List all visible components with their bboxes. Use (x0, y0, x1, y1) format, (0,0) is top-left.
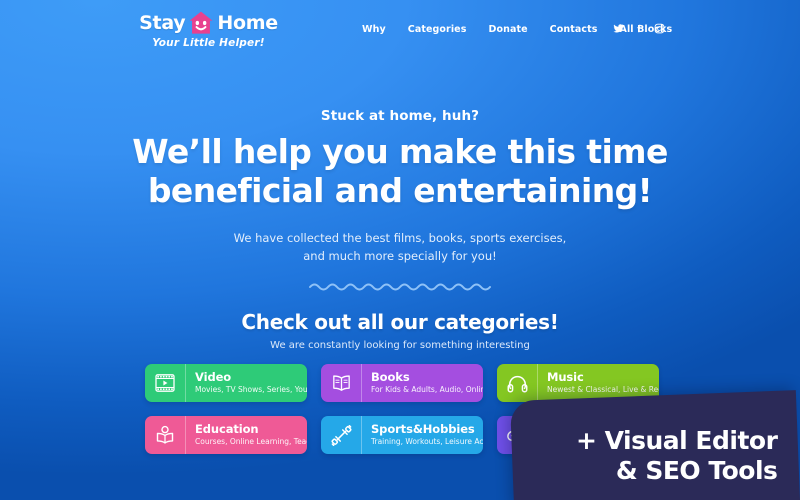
category-desc: For Kids & Adults, Audio, Online (371, 385, 483, 395)
category-desc: Training, Workouts, Leisure Activities (371, 437, 483, 447)
logo-row: Stay Home (139, 10, 278, 36)
categories-heading: Check out all our categories! We are con… (0, 310, 800, 351)
category-desc: Newest & Classical, Live & Recorded (547, 385, 659, 395)
hero-eyebrow: Stuck at home, huh? (320, 108, 480, 124)
wavy-divider (0, 281, 800, 293)
promo-banner-text: + Visual Editor & SEO Tools (529, 426, 777, 485)
promo-line1: + Visual Editor (575, 425, 778, 455)
twitter-icon[interactable] (613, 23, 624, 34)
facebook-icon[interactable] (634, 23, 644, 34)
hero-section: Stuck at home, huh? We’ll help you make … (0, 108, 800, 266)
landing-page: Stay Home Your Little Helper! Why Catego… (0, 0, 800, 500)
category-card-text: Sports&Hobbies Training, Workouts, Leisu… (362, 423, 483, 446)
category-title: Sports&Hobbies (371, 423, 475, 437)
dumbbell-icon (321, 416, 362, 454)
category-title: Education (195, 423, 259, 437)
nav-item-contacts[interactable]: Contacts (550, 24, 598, 35)
site-header: Stay Home Your Little Helper! Why Catego… (0, 0, 800, 62)
hero-headline-line2: beneficial and entertaining! (147, 170, 653, 210)
instagram-icon[interactable] (654, 23, 665, 34)
category-title: Books (371, 371, 410, 385)
nav-item-categories[interactable]: Categories (408, 24, 467, 35)
category-card-text: Books For Kids & Adults, Audio, Online (362, 371, 483, 394)
promo-banner: + Visual Editor & SEO Tools (509, 390, 800, 500)
category-card-text: Music Newest & Classical, Live & Recorde… (538, 371, 659, 394)
open-book-icon (321, 364, 362, 402)
headphones-icon (497, 364, 538, 402)
logo-word-home: Home (217, 12, 278, 34)
hero-subtext: We have collected the best films, books,… (0, 230, 800, 266)
film-play-icon (145, 364, 186, 402)
house-smiley-icon (188, 10, 214, 36)
category-title: Video (195, 371, 232, 385)
categories-subtitle: We are constantly looking for something … (270, 340, 530, 351)
category-card-text: Education Courses, Online Learning, Teac… (186, 423, 307, 446)
hero-subtext-line1: We have collected the best films, books,… (233, 230, 567, 245)
nav-item-why[interactable]: Why (362, 24, 386, 35)
logo-tagline: Your Little Helper! (152, 37, 265, 49)
logo-word-stay: Stay (139, 12, 186, 34)
site-logo[interactable]: Stay Home Your Little Helper! (139, 10, 278, 49)
category-desc: Movies, TV Shows, Series, YouTube (195, 385, 307, 395)
category-card-education[interactable]: Education Courses, Online Learning, Teac… (145, 416, 307, 454)
hero-subtext-line2: and much more specially for you! (303, 248, 497, 263)
category-card-books[interactable]: Books For Kids & Adults, Audio, Online (321, 364, 483, 402)
student-reading-icon (145, 416, 186, 454)
promo-line2: & SEO Tools (615, 455, 778, 485)
category-card-text: Video Movies, TV Shows, Series, YouTube (186, 371, 307, 394)
nav-item-donate[interactable]: Donate (488, 24, 527, 35)
category-card-video[interactable]: Video Movies, TV Shows, Series, YouTube (145, 364, 307, 402)
category-card-sports-hobbies[interactable]: Sports&Hobbies Training, Workouts, Leisu… (321, 416, 483, 454)
hero-headline: We’ll help you make this time beneficial… (0, 132, 800, 211)
category-title: Music (547, 371, 584, 385)
hero-headline-line1: We’ll help you make this time (132, 132, 668, 171)
categories-title: Check out all our categories! (241, 310, 559, 334)
category-desc: Courses, Online Learning, Teachers (195, 437, 307, 447)
social-links (613, 23, 665, 34)
